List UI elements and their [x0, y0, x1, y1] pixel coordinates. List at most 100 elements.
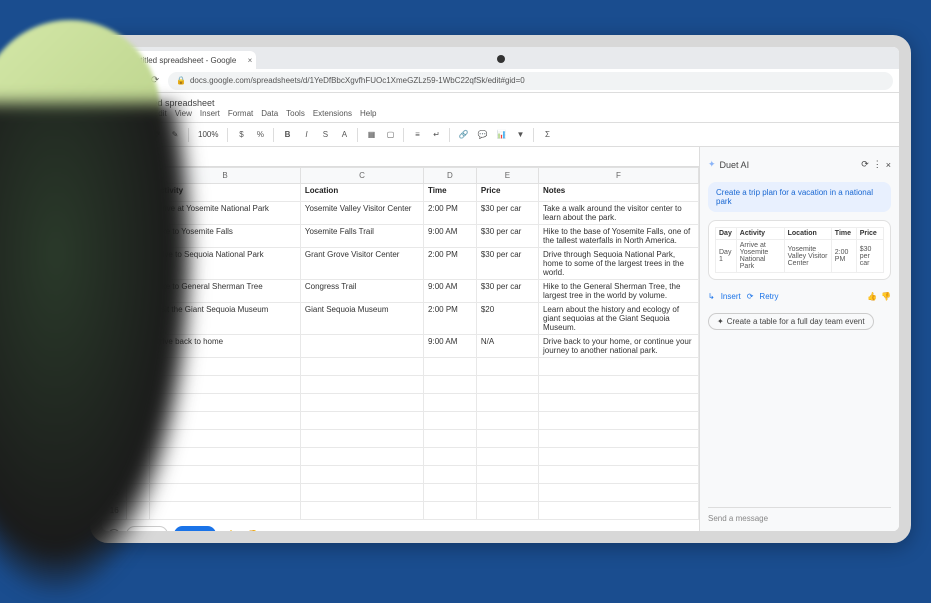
row-header[interactable]: 16 [103, 502, 127, 520]
col-header-d[interactable]: D [424, 168, 477, 184]
menu-extensions[interactable]: Extensions [313, 109, 352, 118]
cell[interactable] [300, 335, 423, 358]
cell[interactable]: 9:00 AM [424, 225, 477, 248]
cell[interactable] [538, 376, 698, 394]
url-field[interactable]: 🔒 docs.google.com/spreadsheets/d/1YeDfBb… [168, 72, 893, 90]
text-color-icon[interactable]: A [336, 127, 352, 143]
table-row[interactable]: 1 Day Activity Location Time Price Notes [103, 184, 699, 202]
cell[interactable] [300, 502, 423, 520]
table-row[interactable]: 3 Day 2 Hike to Yosemite Falls Yosemite … [103, 225, 699, 248]
cell[interactable]: Notes [538, 184, 698, 202]
cell[interactable] [538, 412, 698, 430]
cell[interactable] [476, 448, 538, 466]
cell[interactable]: $30 per car [476, 280, 538, 303]
cell[interactable]: 2:00 PM [424, 248, 477, 280]
close-button[interactable]: Close [126, 526, 168, 531]
cell[interactable]: $30 per car [476, 248, 538, 280]
followup-suggestion[interactable]: ✦ Create a table for a full day team eve… [708, 313, 874, 330]
cell[interactable] [538, 502, 698, 520]
cell[interactable]: Price [476, 184, 538, 202]
row-header[interactable]: 5 [103, 280, 127, 303]
row-header[interactable]: 2 [103, 202, 127, 225]
functions-icon[interactable]: Σ [539, 127, 555, 143]
zoom-level[interactable]: 100% [194, 130, 222, 139]
paint-format-icon[interactable]: ✎ [167, 127, 183, 143]
cell[interactable]: $30 per car [476, 225, 538, 248]
document-title[interactable]: Untitled spreadsheet [132, 98, 376, 108]
cell[interactable] [300, 448, 423, 466]
cell[interactable]: Day 2 [126, 225, 150, 248]
cell[interactable] [126, 358, 150, 376]
align-icon[interactable]: ≡ [409, 127, 425, 143]
cell[interactable] [424, 466, 477, 484]
cell[interactable]: $30 per car [476, 202, 538, 225]
cell[interactable] [538, 430, 698, 448]
cell[interactable] [424, 376, 477, 394]
cell[interactable] [476, 358, 538, 376]
row-header[interactable]: 11 [103, 412, 127, 430]
cell[interactable]: Location [300, 184, 423, 202]
cell[interactable] [300, 466, 423, 484]
menu-format[interactable]: Format [228, 109, 253, 118]
cell[interactable]: Day 1 [126, 202, 150, 225]
row-header[interactable]: 3 [103, 225, 127, 248]
more-icon[interactable]: ⋮ [873, 159, 882, 170]
table-row[interactable]: 15 [103, 484, 699, 502]
cell[interactable] [150, 376, 301, 394]
bold-icon[interactable]: B [279, 127, 295, 143]
cell[interactable] [126, 412, 150, 430]
menu-tools[interactable]: Tools [286, 109, 305, 118]
comment-icon[interactable]: 💬 [474, 127, 490, 143]
thumbs-up-icon[interactable]: 👍 [222, 527, 238, 532]
cell[interactable]: Hike to the General Sherman Tree, the la… [538, 280, 698, 303]
cell[interactable] [476, 394, 538, 412]
table-row[interactable]: 4 Day 3 Drive to Sequoia National Park G… [103, 248, 699, 280]
cell[interactable]: Day 6 [126, 335, 150, 358]
cell[interactable] [538, 466, 698, 484]
table-row[interactable]: 16 [103, 502, 699, 520]
row-header[interactable]: 12 [103, 430, 127, 448]
row-header[interactable]: 14 [103, 466, 127, 484]
thumbs-down-icon[interactable]: 👎 [881, 292, 891, 301]
cell[interactable] [126, 502, 150, 520]
spreadsheet-grid[interactable]: A B C D E F 1 Day Activity [102, 167, 699, 520]
menu-view[interactable]: View [175, 109, 192, 118]
cell[interactable]: Day 4 [126, 280, 150, 303]
cell[interactable]: Learn about the history and ecology of g… [538, 303, 698, 335]
col-header-c[interactable]: C [300, 168, 423, 184]
cell[interactable]: Arrive at Yosemite National Park [150, 202, 301, 225]
cell[interactable]: $20 [476, 303, 538, 335]
cell[interactable]: Day 5 [126, 303, 150, 335]
cell[interactable] [126, 394, 150, 412]
cell[interactable]: 2:00 PM [424, 202, 477, 225]
cell[interactable] [424, 394, 477, 412]
close-panel-icon[interactable]: × [886, 160, 891, 170]
table-row[interactable]: 14 [103, 466, 699, 484]
prompt-card[interactable]: Create a trip plan for a vacation in a n… [708, 182, 891, 212]
table-row[interactable]: 5 Day 4 Hike to General Sherman Tree Con… [103, 280, 699, 303]
cell[interactable] [538, 358, 698, 376]
thumbs-up-icon[interactable]: 👍 [867, 292, 877, 301]
link-icon[interactable]: 🔗 [455, 127, 471, 143]
table-row[interactable]: 6 Day 5 Visit the Giant Sequoia Museum G… [103, 303, 699, 335]
cell[interactable]: Hike to General Sherman Tree [150, 280, 301, 303]
cell[interactable]: Yosemite Valley Visitor Center [300, 202, 423, 225]
cell[interactable] [150, 412, 301, 430]
row-header[interactable]: 9 [103, 376, 127, 394]
cell[interactable] [538, 484, 698, 502]
table-row[interactable]: 2 Day 1 Arrive at Yosemite National Park… [103, 202, 699, 225]
row-header[interactable]: 6 [103, 303, 127, 335]
cell[interactable] [424, 358, 477, 376]
cell[interactable]: Grant Grove Visitor Center [300, 248, 423, 280]
cell[interactable] [476, 412, 538, 430]
col-header-e[interactable]: E [476, 168, 538, 184]
cell[interactable] [150, 502, 301, 520]
strike-icon[interactable]: S [317, 127, 333, 143]
refresh-icon[interactable]: ⟳ [861, 159, 869, 170]
cell[interactable] [424, 484, 477, 502]
row-header[interactable]: 13 [103, 448, 127, 466]
cell[interactable] [424, 448, 477, 466]
row-header[interactable]: 8 [103, 358, 127, 376]
cell[interactable]: Drive to Sequoia National Park [150, 248, 301, 280]
cell[interactable] [126, 448, 150, 466]
